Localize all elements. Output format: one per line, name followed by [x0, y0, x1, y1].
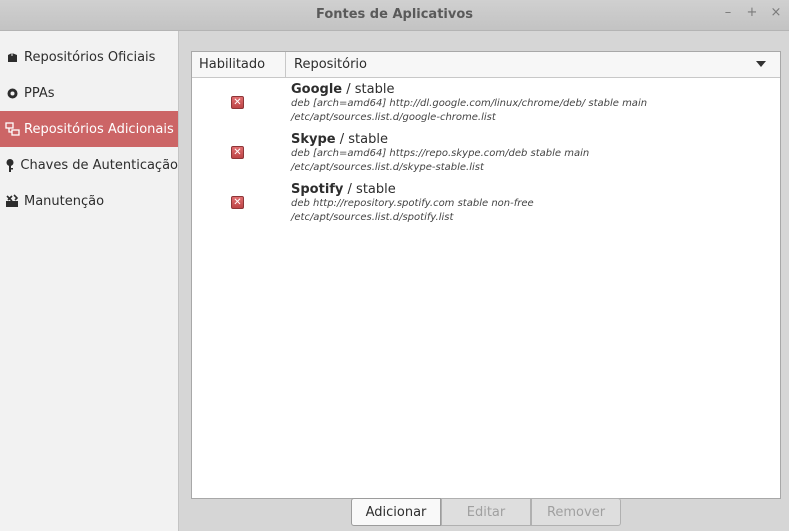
minimize-button[interactable]: –	[720, 5, 736, 20]
sidebar-item-additional-repositories[interactable]: Repositórios Adicionais	[0, 111, 178, 147]
key-icon	[0, 158, 20, 173]
list-header: Habilitado Repositório	[192, 52, 780, 78]
repository-file-path: /etc/apt/sources.list.d/google-chrome.li…	[291, 112, 496, 123]
package-icon	[0, 51, 24, 64]
repository-name: Spotify	[291, 182, 344, 197]
repository-suffix: / stable	[335, 132, 388, 147]
repository-list[interactable]: Habilitado Repositório ✕ Google / stable…	[191, 51, 781, 499]
enabled-checkbox[interactable]: ✕	[231, 146, 244, 159]
remove-button[interactable]: Remover	[531, 498, 621, 526]
x-icon: ✕	[233, 96, 242, 108]
repository-suffix: / stable	[343, 182, 396, 197]
close-button[interactable]: ×	[768, 5, 784, 20]
repository-file-path: /etc/apt/sources.list.d/spotify.list	[291, 212, 454, 223]
repository-file-path: /etc/apt/sources.list.d/skype-stable.lis…	[291, 162, 484, 173]
main-panel: Habilitado Repositório ✕ Google / stable…	[179, 31, 789, 531]
sidebar-item-label: Repositórios Oficiais	[24, 49, 156, 65]
repository-source-line: deb http://repository.spotify.com stable…	[291, 198, 534, 209]
table-row[interactable]: ✕ Spotify / stable deb http://repository…	[192, 182, 780, 232]
repository-info: Spotify / stable deb http://repository.s…	[291, 182, 534, 225]
column-header-repository[interactable]: Repositório	[287, 52, 757, 77]
maximize-button[interactable]: +	[744, 5, 760, 20]
ppa-icon	[0, 87, 24, 100]
repository-name: Skype	[291, 132, 336, 147]
repository-info: Skype / stable deb [arch=amd64] https://…	[291, 132, 589, 175]
table-row[interactable]: ✕ Google / stable deb [arch=amd64] http:…	[192, 82, 780, 132]
sort-chevron-down-icon[interactable]	[756, 61, 766, 67]
sidebar-item-maintenance[interactable]: Manutenção	[0, 183, 178, 219]
sidebar-item-authentication-keys[interactable]: Chaves de Autenticação	[0, 147, 178, 183]
sidebar-item-ppas[interactable]: PPAs	[0, 75, 178, 111]
edit-button[interactable]: Editar	[441, 498, 531, 526]
sidebar-item-label: Repositórios Adicionais	[24, 121, 174, 137]
network-icon	[0, 122, 24, 136]
repository-title: Google / stable	[291, 82, 647, 97]
enabled-checkbox[interactable]: ✕	[231, 96, 244, 109]
repository-source-line: deb [arch=amd64] http://dl.google.com/li…	[291, 98, 648, 109]
column-header-enabled[interactable]: Habilitado	[192, 52, 286, 77]
repository-name: Google	[291, 82, 343, 97]
repository-title: Skype / stable	[291, 132, 589, 147]
x-icon: ✕	[233, 196, 242, 208]
repository-source-line: deb [arch=amd64] https://repo.skype.com/…	[291, 148, 590, 159]
sidebar: Repositórios Oficiais PPAs Repositórios …	[0, 31, 179, 531]
repository-info: Google / stable deb [arch=amd64] http://…	[291, 82, 647, 125]
repository-suffix: / stable	[342, 82, 395, 97]
sidebar-item-label: Manutenção	[24, 193, 105, 209]
table-row[interactable]: ✕ Skype / stable deb [arch=amd64] https:…	[192, 132, 780, 182]
maintenance-icon	[0, 194, 24, 208]
button-bar: Adicionar Editar Remover	[351, 498, 621, 526]
window-title: Fontes de Aplicativos	[315, 7, 474, 22]
sidebar-item-official-repositories[interactable]: Repositórios Oficiais	[0, 39, 178, 75]
sidebar-item-label: PPAs	[24, 85, 55, 101]
repository-title: Spotify / stable	[291, 182, 534, 197]
add-button[interactable]: Adicionar	[351, 498, 441, 526]
enabled-checkbox[interactable]: ✕	[231, 196, 244, 209]
title-bar: Fontes de Aplicativos – + ×	[0, 0, 789, 31]
sidebar-item-label: Chaves de Autenticação	[20, 157, 178, 173]
x-icon: ✕	[233, 146, 242, 158]
